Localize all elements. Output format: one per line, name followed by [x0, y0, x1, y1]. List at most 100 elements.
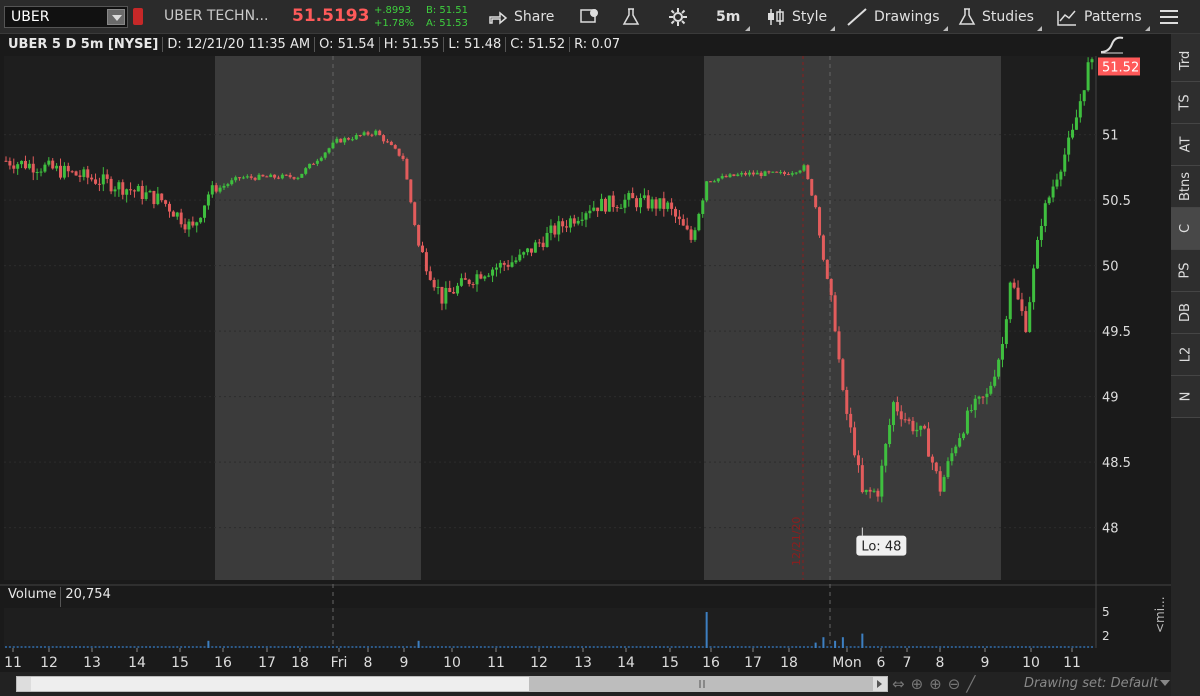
volume-bar — [1017, 646, 1020, 648]
volume-bar — [1067, 646, 1070, 648]
volume-bar — [974, 646, 977, 648]
candle-body — [1082, 90, 1086, 102]
collapsed-panel-tab[interactable]: <mi... — [1150, 596, 1170, 650]
tab-n[interactable]: N — [1171, 376, 1200, 418]
volume-bar — [273, 646, 276, 648]
x-tick-label: 17 — [744, 655, 762, 671]
volume-bar — [744, 646, 747, 648]
volume-bar — [452, 646, 455, 648]
volume-bar — [191, 646, 194, 648]
alert-button[interactable] — [580, 0, 606, 34]
flask-button[interactable] — [622, 0, 646, 34]
volume-bar — [717, 646, 720, 648]
chevron-down-icon[interactable] — [107, 9, 125, 25]
link-color-icon[interactable] — [133, 8, 143, 25]
candle-body — [401, 155, 405, 159]
tab-trd[interactable]: Trd — [1171, 40, 1200, 82]
volume-bar — [518, 646, 521, 648]
horizontal-scrollbar[interactable] — [16, 676, 888, 692]
scroll-right-button[interactable] — [873, 677, 887, 691]
volume-bar — [1091, 646, 1093, 648]
tab-btns[interactable]: Btns — [1171, 166, 1200, 208]
draw-line-icon[interactable]: ╱ — [966, 675, 975, 693]
volume-bar — [666, 646, 669, 648]
candle-body — [471, 284, 475, 286]
share-button[interactable]: Share — [488, 0, 554, 34]
volume-bar — [28, 646, 31, 648]
chevron-down-icon[interactable] — [1160, 680, 1170, 686]
x-tick-label: 12 — [530, 655, 548, 671]
patterns-button[interactable]: Patterns — [1056, 0, 1150, 34]
zoom-in-icon[interactable]: ⊕ — [929, 675, 942, 693]
x-tick-label: 9 — [981, 655, 990, 671]
tab-c[interactable]: C — [1171, 208, 1200, 250]
volume-bar — [312, 646, 315, 648]
studies-button[interactable]: Studies — [958, 0, 1042, 34]
candle-body — [541, 242, 545, 247]
right-panel-blank — [1171, 418, 1200, 696]
volume-bar — [261, 646, 264, 648]
candle-body — [35, 172, 39, 174]
volume-bar — [686, 646, 689, 648]
settings-button[interactable] — [668, 0, 694, 34]
candle-body — [206, 194, 210, 206]
symbol-selector[interactable]: UBER — [4, 6, 128, 28]
bar-date: D: 12/21/20 11:35 AM — [163, 36, 316, 52]
timeframe-button[interactable]: 5m — [716, 0, 751, 34]
candle-body — [623, 199, 627, 208]
volume-bar — [584, 646, 587, 648]
volume-bar — [588, 646, 591, 648]
candle-body — [273, 174, 277, 178]
volume-bar — [417, 640, 420, 648]
volume-bar — [289, 646, 292, 648]
candle-body — [759, 172, 763, 177]
menu-button[interactable] — [1158, 0, 1186, 34]
candle-body — [872, 490, 876, 492]
volume-bar — [631, 646, 634, 648]
candle-body — [537, 242, 541, 244]
price-chart[interactable]: 48 48.5 49 49.5 50 50.5 51 12/21/20 Lo: 48 51.52 5… — [0, 54, 1171, 672]
volume-bar — [440, 646, 443, 648]
candle-body — [463, 278, 467, 280]
tab-ps[interactable]: PS — [1171, 250, 1200, 292]
volume-bar — [413, 646, 416, 648]
volume-bar — [374, 646, 377, 648]
study-curve-icon[interactable] — [1099, 36, 1125, 54]
volume-bar — [577, 646, 580, 648]
volume-bar — [102, 646, 105, 648]
candle-body — [284, 174, 288, 176]
volume-bar — [180, 646, 183, 648]
tab-db[interactable]: DB — [1171, 292, 1200, 334]
zoom-out-icon[interactable]: ⊖ — [948, 675, 961, 693]
volume-bar — [246, 646, 249, 648]
style-button[interactable]: Style — [766, 0, 836, 34]
candle-body — [1090, 59, 1094, 63]
chart-title: UBER 5 D 5m [NYSE] — [4, 36, 164, 52]
drawings-button[interactable]: Drawings — [846, 0, 948, 34]
grip-icon — [699, 680, 705, 688]
chart-info-bar: UBER 5 D 5m [NYSE] D: 12/21/20 11:35 AM … — [4, 34, 624, 54]
candle-body — [891, 402, 895, 426]
candle-body — [171, 211, 175, 217]
volume-bar — [616, 646, 619, 648]
candle-body — [413, 202, 417, 226]
scroll-thumb[interactable] — [529, 677, 875, 691]
volume-bar — [1028, 646, 1031, 648]
candle-body — [94, 179, 98, 184]
volume-bar — [335, 646, 338, 648]
scroll-left-button[interactable] — [17, 677, 31, 691]
candle-body — [257, 174, 261, 180]
crosshair-icon[interactable]: ⊕ — [911, 675, 924, 693]
candle-body — [245, 176, 249, 178]
tab-l2[interactable]: L2 — [1171, 334, 1200, 376]
candle-body — [144, 192, 148, 199]
volume-bar — [950, 646, 953, 648]
tab-at[interactable]: AT — [1171, 124, 1200, 166]
volume-bar — [409, 646, 412, 648]
drawing-set-label[interactable]: Drawing set: Default — [1024, 676, 1158, 691]
pan-icon[interactable]: ⇔ — [892, 675, 905, 693]
candle-body — [203, 205, 207, 218]
tab-ts[interactable]: TS — [1171, 82, 1200, 124]
volume-bar — [258, 646, 261, 648]
volume-bar — [958, 646, 961, 648]
